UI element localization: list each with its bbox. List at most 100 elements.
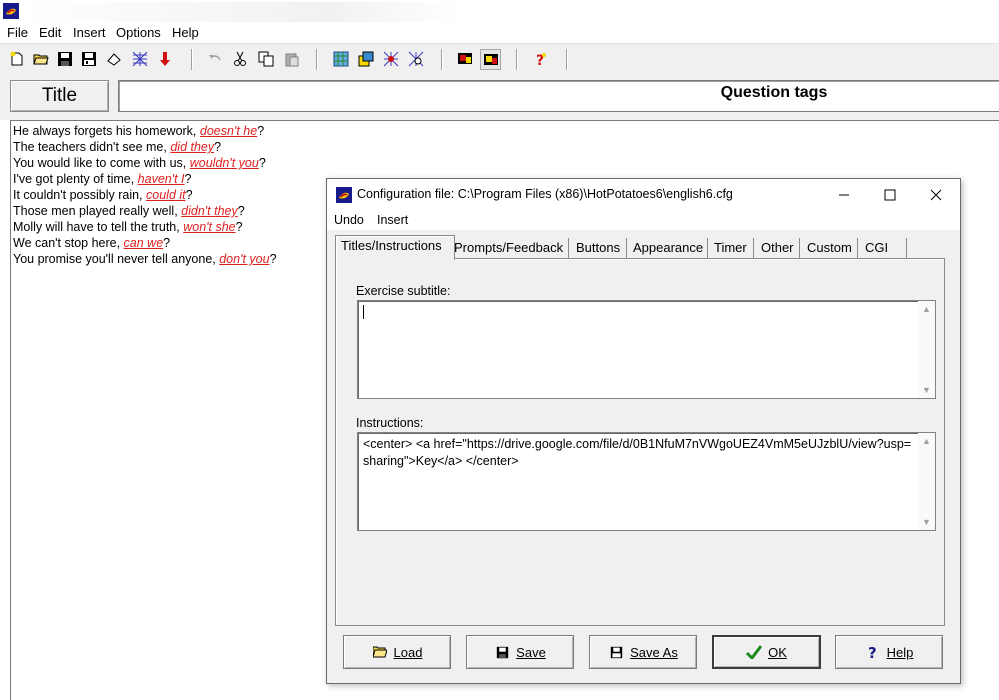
hotpot-icon[interactable] [381,49,401,69]
dialog-title: Configuration file: C:\Program Files (x8… [357,187,733,201]
menu-edit[interactable]: Edit [39,25,61,40]
sentence-end: ? [185,188,193,202]
sentence-end: ? [258,156,266,170]
question-tag: wouldn't you [189,156,259,170]
save-as-icon [608,644,624,660]
sentence-text: We can't stop here, [13,236,124,250]
subtitle-label: Exercise subtitle: [356,284,451,298]
open-folder-icon [372,644,388,660]
question-tag: doesn't he [199,124,258,138]
sentence-line: Molly will have to tell the truth, won't… [13,219,243,235]
minimize-icon[interactable] [821,179,867,210]
dialog-menu-insert[interactable]: Insert [377,213,408,227]
tab-titles-instructions[interactable]: Titles/Instructions [335,235,455,260]
config-active-icon[interactable] [480,49,501,70]
app-titlebar [0,0,999,22]
cut-icon[interactable] [230,49,250,69]
sentence-text: He always forgets his homework, [13,124,200,138]
svg-text:?: ? [868,644,877,660]
clear-icon[interactable] [104,49,124,69]
scroll-down-icon[interactable]: ▼ [922,385,931,395]
save-as-label: Save As [630,644,678,660]
text-caret [363,305,364,319]
subtitle-textarea[interactable]: ▲ ▼ [357,300,936,399]
ok-label: OK [768,644,787,660]
toolbar-separator [316,49,318,70]
sentence-line: Those men played really well, didn't the… [13,203,245,219]
question-tag: don't you [219,252,270,266]
tab-cgi[interactable]: CGI [860,238,907,258]
menu-help[interactable]: Help [172,25,199,40]
find-icon[interactable] [406,49,426,69]
scroll-up-icon[interactable]: ▲ [922,436,931,446]
subtitle-scrollbar[interactable]: ▲ ▼ [918,301,935,398]
toolbar-separator [516,49,518,70]
toolbar-separator [191,49,193,70]
help-icon[interactable]: ? [530,49,550,69]
question-tag: haven't I [137,172,185,186]
close-icon[interactable] [913,179,959,210]
save-icon[interactable] [55,49,75,69]
save-as-button[interactable]: Save As [589,635,697,669]
menu-file[interactable]: File [7,25,28,40]
tab-appearance[interactable]: Appearance [628,238,708,258]
instructions-value: <center> <a href="https://drive.google.c… [363,437,912,468]
question-tag: could it [146,188,186,202]
sentence-text: You promise you'll never tell anyone, [13,252,220,266]
sentence-text: I've got plenty of time, [13,172,138,186]
instructions-textarea[interactable]: <center> <a href="https://drive.google.c… [357,432,936,531]
help-button[interactable]: ? Help [835,635,943,669]
tab-custom[interactable]: Custom [802,238,858,258]
sentence-text: Those men played really well, [13,204,182,218]
hotpotatoes-app-icon[interactable] [3,3,19,19]
tab-buttons[interactable]: Buttons [571,238,627,258]
title-button[interactable]: Title [10,80,109,112]
configuration-dialog: Configuration file: C:\Program Files (x8… [326,178,961,684]
open-file-icon[interactable] [31,49,51,69]
load-button[interactable]: Load [343,635,451,669]
new-file-icon[interactable] [7,49,27,69]
paste-icon[interactable] [282,49,302,69]
arrow-down-icon[interactable] [155,49,175,69]
menu-options[interactable]: Options [116,25,161,40]
mesh-icon[interactable] [130,49,150,69]
dialog-menu-undo[interactable]: Undo [334,213,364,227]
sentence-end: ? [235,220,243,234]
sentence-end: ? [163,236,171,250]
sentence-line: It couldn't possibly rain, could it? [13,187,193,203]
scroll-up-icon[interactable]: ▲ [922,304,931,314]
save-as-icon[interactable] [79,49,99,69]
sentence-line: I've got plenty of time, haven't I? [13,171,192,187]
title-input[interactable]: Question tags [118,80,999,112]
sentence-end: ? [214,140,222,154]
export-icon[interactable] [356,49,376,69]
sentence-line: He always forgets his homework, doesn't … [13,123,264,139]
sentence-line: We can't stop here, can we? [13,235,170,251]
undo-icon[interactable] [205,49,225,69]
load-label: Load [393,644,423,660]
save-button[interactable]: Save [466,635,574,669]
help-icon: ? [865,644,881,660]
menu-insert[interactable]: Insert [73,25,106,40]
maximize-icon[interactable] [867,179,913,210]
hotpotatoes-dialog-icon[interactable] [336,187,352,203]
sentence-text: It couldn't possibly rain, [13,188,147,202]
tab-other[interactable]: Other [756,238,800,258]
web-page-icon[interactable] [331,49,351,69]
question-tag: can we [123,236,164,250]
title-value: Question tags [720,84,828,101]
question-tag: won't she [183,220,236,234]
copy-icon[interactable] [256,49,276,69]
instructions-scrollbar[interactable]: ▲ ▼ [918,433,935,530]
checkmark-icon [746,644,763,660]
scroll-down-icon[interactable]: ▼ [922,517,931,527]
tab-prompts-feedback[interactable]: Prompts/Feedback [449,238,569,258]
sentence-end: ? [184,172,192,186]
save-label: Save [516,644,546,660]
sentence-line: You promise you'll never tell anyone, do… [13,251,277,267]
config-icon[interactable] [455,49,475,69]
ok-button[interactable]: OK [712,635,821,669]
menu-bar: File Edit Insert Options Help [0,23,999,42]
sentence-text: The teachers didn't see me, [13,140,171,154]
tab-timer[interactable]: Timer [709,238,754,258]
